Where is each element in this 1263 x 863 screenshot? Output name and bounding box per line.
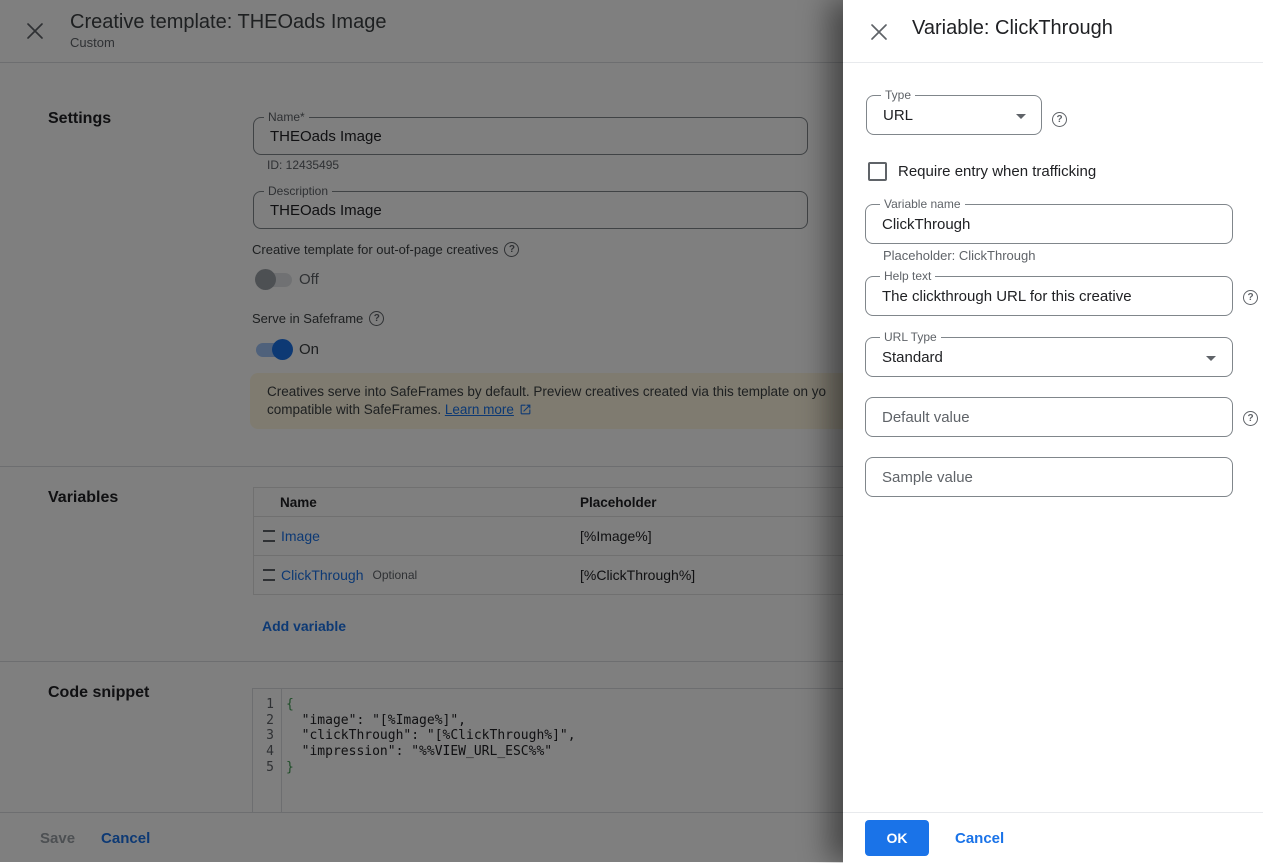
panel-footer: OK Cancel bbox=[843, 812, 1263, 863]
require-entry-checkbox[interactable] bbox=[868, 162, 887, 181]
placeholder-helper: Placeholder: ClickThrough bbox=[883, 248, 1035, 263]
chevron-down-icon bbox=[1206, 356, 1216, 361]
variable-panel: Variable: ClickThrough Type URL Require … bbox=[843, 0, 1263, 862]
close-icon[interactable] bbox=[870, 23, 888, 41]
default-value-field bbox=[865, 397, 1233, 437]
url-type-value: Standard bbox=[882, 338, 943, 376]
sample-value-input[interactable] bbox=[866, 458, 1232, 496]
type-select[interactable]: Type URL bbox=[866, 95, 1042, 135]
panel-cancel-button[interactable]: Cancel bbox=[955, 830, 1004, 847]
sample-value-field bbox=[865, 457, 1233, 497]
type-select-value: URL bbox=[883, 96, 913, 134]
help-icon[interactable] bbox=[1243, 411, 1258, 426]
app-root: Creative template: THEOads Image Custom … bbox=[0, 0, 1263, 862]
help-text-field[interactable]: Help text The clickthrough URL for this … bbox=[865, 276, 1233, 316]
panel-header: Variable: ClickThrough bbox=[843, 0, 1263, 63]
help-icon[interactable] bbox=[1052, 112, 1067, 127]
chevron-down-icon bbox=[1016, 114, 1026, 119]
variable-name-field[interactable]: Variable name ClickThrough bbox=[865, 204, 1233, 244]
help-icon[interactable] bbox=[1243, 290, 1258, 305]
panel-title: Variable: ClickThrough bbox=[912, 17, 1113, 40]
url-type-select[interactable]: URL Type Standard bbox=[865, 337, 1233, 377]
ok-button[interactable]: OK bbox=[865, 820, 929, 856]
default-value-input[interactable] bbox=[866, 398, 1232, 436]
variable-name-value: ClickThrough bbox=[882, 205, 970, 243]
help-text-value: The clickthrough URL for this creative bbox=[882, 277, 1132, 315]
require-entry-label: Require entry when trafficking bbox=[898, 163, 1096, 180]
